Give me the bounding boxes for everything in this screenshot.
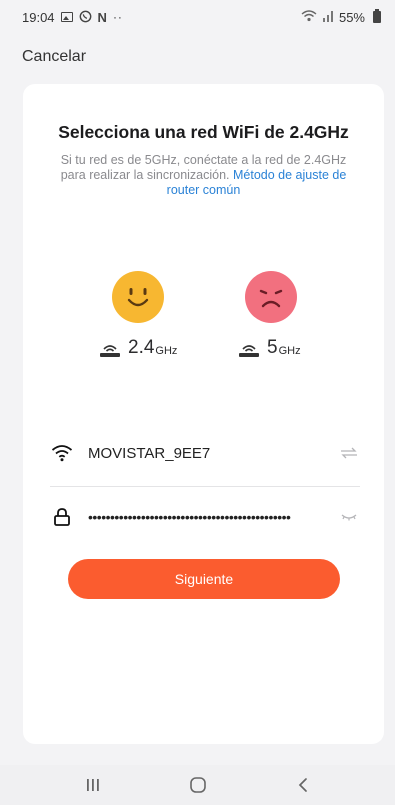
sad-face-icon <box>245 271 297 323</box>
next-button[interactable]: Siguiente <box>68 559 340 599</box>
band-5-value: 5 <box>267 337 278 358</box>
gallery-icon <box>60 12 73 22</box>
status-right: 55% <box>301 9 381 25</box>
page-title: Selecciona una red WiFi de 2.4GHz <box>58 122 349 142</box>
signal-icon <box>322 10 333 24</box>
recent-apps-button[interactable] <box>73 770 113 800</box>
ssid-value: MOVISTAR_9EE7 <box>88 444 211 462</box>
router-icon <box>98 342 122 358</box>
band-2-4-unit: GHz <box>155 345 178 357</box>
more-notifications: ·· <box>112 10 123 24</box>
ssid-field[interactable]: MOVISTAR_9EE7 <box>50 432 360 474</box>
band-2-4-value: 2.4 <box>128 337 155 358</box>
status-left: 19:04 N ·· <box>22 10 123 25</box>
wifi-card: Selecciona una red WiFi de 2.4GHz Si tu … <box>23 84 384 744</box>
home-button[interactable] <box>178 770 218 800</box>
whatsapp-icon <box>79 10 92 25</box>
lock-icon <box>50 505 74 529</box>
battery-icon <box>373 9 381 23</box>
router-icon <box>237 342 261 358</box>
field-divider <box>50 486 360 487</box>
status-bar: 19:04 N ·· 55% <box>0 0 395 34</box>
band-5-unit: GHz <box>278 345 301 357</box>
wifi-icon <box>50 441 74 465</box>
password-value: ••••••••••••••••••••••••••••••••••••••••… <box>88 509 291 525</box>
switch-network-icon[interactable] <box>338 442 360 464</box>
wifi-status-icon <box>301 10 317 24</box>
back-button[interactable] <box>283 770 323 800</box>
navigation-bar <box>0 765 395 805</box>
password-field[interactable]: ••••••••••••••••••••••••••••••••••••••••… <box>50 496 360 538</box>
battery-percent: 55% <box>338 9 365 25</box>
status-time: 19:04 <box>22 9 55 25</box>
band-5ghz: 5 GHz <box>237 338 301 358</box>
notification-letter: N <box>97 9 107 25</box>
cancel-button[interactable]: Cancelar <box>22 48 86 66</box>
subtitle: Si tu red es de 5GHz, conéctate a la red… <box>51 153 356 198</box>
band-2-4ghz: 2.4 GHz <box>98 338 177 358</box>
happy-face-icon <box>112 271 164 323</box>
hide-password-icon[interactable] <box>338 506 360 528</box>
